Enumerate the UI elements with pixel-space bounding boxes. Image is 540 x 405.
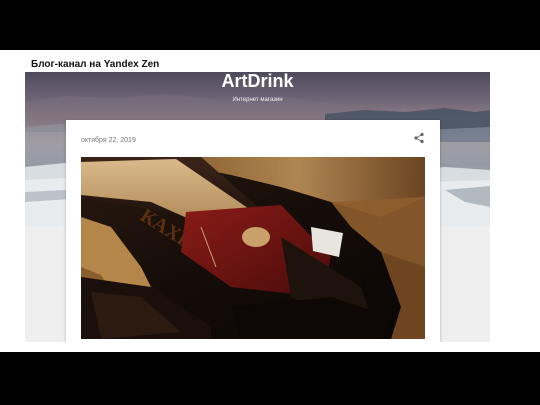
blog-description: Интернет магазин <box>232 97 283 103</box>
slide: Блог-канал на Yandex Zen ArtDrink Интерн… <box>0 50 540 352</box>
post-image-cognac-bottles[interactable]: КАХЕТ <box>81 157 425 339</box>
slide-title: Блог-канал на Yandex Zen <box>31 59 160 70</box>
blog-screenshot: ArtDrink Интернет магазин октября 22, 20… <box>25 72 490 342</box>
blog-title[interactable]: ArtDrink <box>25 72 490 92</box>
post-card: октября 22, 2019 КАХЕТ <box>66 120 440 342</box>
share-icon[interactable] <box>413 131 425 144</box>
post-date[interactable]: октября 22, 2019 <box>81 137 136 144</box>
